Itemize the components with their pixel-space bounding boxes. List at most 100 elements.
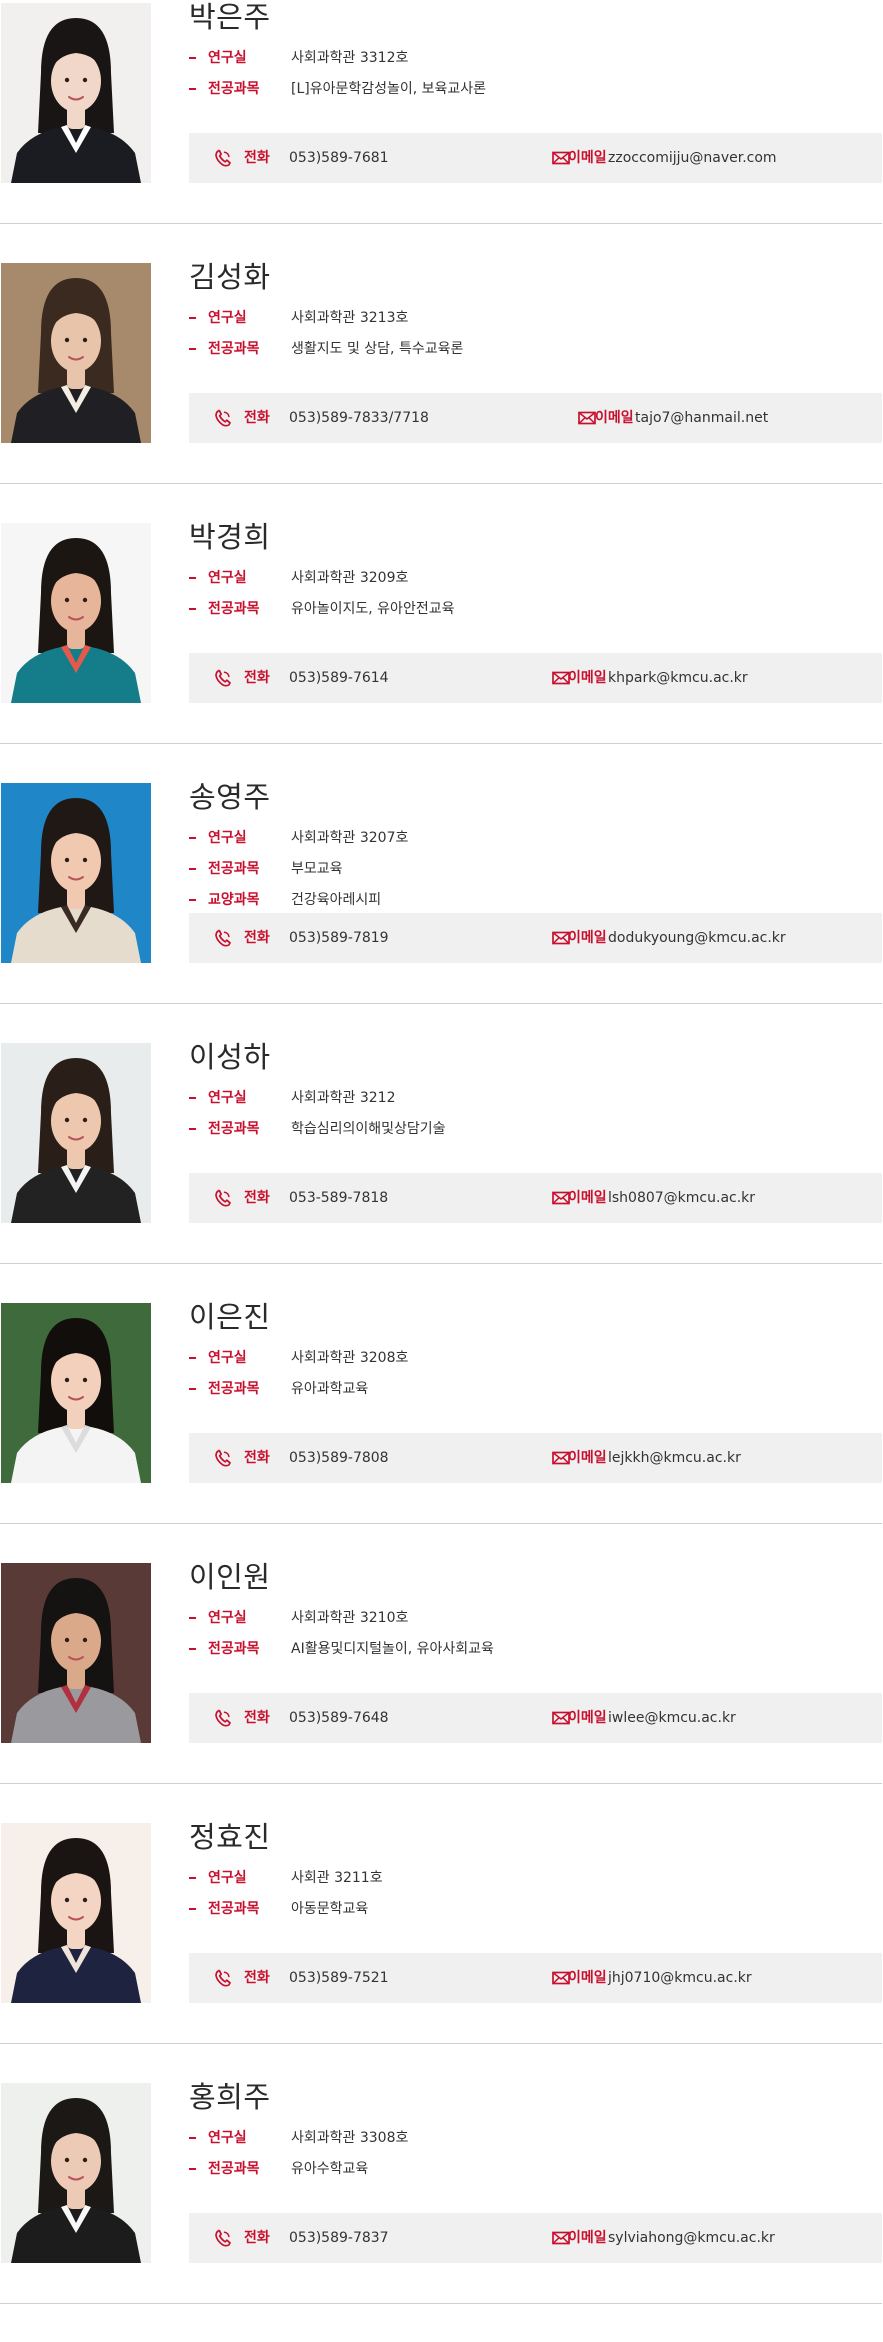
office-value: 사회과학관 3308호: [291, 2130, 409, 2146]
office-row: 연구실 사회과학관 3212: [189, 1089, 789, 1120]
bullet-dash: [189, 88, 196, 90]
email-label: 이메일: [568, 150, 607, 166]
email-label: 이메일: [568, 2230, 607, 2246]
professor-card: 이성하 연구실 사회과학관 3212 전공과목 학습심리의이해및상담기술 전화 …: [0, 1040, 883, 1302]
professor-info: 연구실 사회과학관 3208호 전공과목 유아과학교육: [189, 1349, 789, 1411]
card-divider: [0, 223, 882, 224]
card-divider: [0, 2303, 882, 2304]
professor-info: 연구실 사회과학관 3207호 전공과목 부모교육 교양과목 건강육아레시피: [189, 829, 789, 922]
office-row: 연구실 사회과학관 3207호: [189, 829, 789, 860]
phone-label: 전화: [244, 1450, 270, 1466]
professor-photo: [1, 523, 151, 703]
phone-value[interactable]: 053)589-7521: [289, 1969, 389, 1987]
portrait-image: [1, 523, 151, 703]
portrait-image: [1, 1043, 151, 1223]
phone-icon: [215, 2229, 231, 2247]
office-value: 사회과학관 3209호: [291, 570, 409, 586]
bullet-dash: [189, 577, 196, 579]
phone-label: 전화: [244, 1710, 270, 1726]
card-divider: [0, 2043, 882, 2044]
bullet-dash: [189, 899, 196, 901]
phone-value[interactable]: 053-589-7818: [289, 1189, 388, 1207]
bullet-dash: [189, 1648, 196, 1650]
bullet-dash: [189, 1908, 196, 1910]
email-value[interactable]: lejkkh@kmcu.ac.kr: [608, 1449, 741, 1467]
major-label: 전공과목: [208, 601, 260, 617]
phone-value[interactable]: 053)589-7837: [289, 2229, 389, 2247]
professor-name: 이인원: [189, 1560, 271, 1594]
professor-name: 박경희: [189, 520, 271, 554]
bullet-dash: [189, 1388, 196, 1390]
office-value: 사회과학관 3210호: [291, 1610, 409, 1626]
professor-photo: [1, 1303, 151, 1483]
email-value[interactable]: sylviahong@kmcu.ac.kr: [608, 2229, 775, 2247]
major-row: 전공과목 학습심리의이해및상담기술: [189, 1120, 789, 1151]
email-value[interactable]: lsh0807@kmcu.ac.kr: [608, 1189, 755, 1207]
bullet-dash: [189, 1097, 196, 1099]
card-divider: [0, 1263, 882, 1264]
bullet-dash: [189, 608, 196, 610]
phone-value[interactable]: 053)589-7833/7718: [289, 409, 429, 427]
portrait-image: [1, 783, 151, 963]
bullet-dash: [189, 1617, 196, 1619]
card-divider: [0, 1003, 882, 1004]
office-value: 사회과학관 3212: [291, 1090, 396, 1106]
major-value: 아동문학교육: [291, 1901, 369, 1917]
phone-value[interactable]: 053)589-7614: [289, 669, 389, 687]
phone-icon: [215, 1189, 231, 1207]
card-divider: [0, 1783, 882, 1784]
professor-name: 김성화: [189, 260, 271, 294]
phone-label: 전화: [244, 1970, 270, 1986]
mail-icon: [578, 411, 596, 425]
office-row: 연구실 사회과학관 3208호: [189, 1349, 789, 1380]
major-row: 전공과목 유아수학교육: [189, 2160, 789, 2191]
professor-card: 이인원 연구실 사회과학관 3210호 전공과목 AI활용및디지털놀이, 유아사…: [0, 1560, 883, 1822]
bullet-dash: [189, 2168, 196, 2170]
phone-value[interactable]: 053)589-7819: [289, 929, 389, 947]
major-label: 전공과목: [208, 861, 260, 877]
phone-label: 전화: [244, 1190, 270, 1206]
phone-value[interactable]: 053)589-7648: [289, 1709, 389, 1727]
card-divider: [0, 743, 882, 744]
professor-card: 정효진 연구실 사회관 3211호 전공과목 아동문학교육 전화 053)589…: [0, 1820, 883, 2082]
email-label: 이메일: [568, 670, 607, 686]
portrait-image: [1, 1303, 151, 1483]
major-value: 부모교육: [291, 861, 343, 877]
major-label: 전공과목: [208, 1381, 260, 1397]
major-value: 유아과학교육: [291, 1381, 369, 1397]
professor-info: 연구실 사회과학관 3312호 전공과목 [L]유아문학감성놀이, 보육교사론: [189, 49, 789, 111]
major-label: 전공과목: [208, 81, 260, 97]
bullet-dash: [189, 837, 196, 839]
contact-bar: 전화 053)589-7681 이메일 zzoccomijju@naver.co…: [189, 133, 882, 183]
major-label: 전공과목: [208, 341, 260, 357]
email-value[interactable]: iwlee@kmcu.ac.kr: [608, 1709, 736, 1727]
professor-photo: [1, 263, 151, 443]
phone-icon: [215, 1449, 231, 1467]
liberal-value: 건강육아레시피: [291, 892, 382, 908]
phone-icon: [215, 929, 231, 947]
email-value[interactable]: zzoccomijju@naver.com: [608, 149, 777, 167]
email-value[interactable]: jhj0710@kmcu.ac.kr: [608, 1969, 752, 1987]
email-label: 이메일: [568, 1970, 607, 1986]
professor-info: 연구실 사회과학관 3212 전공과목 학습심리의이해및상담기술: [189, 1089, 789, 1151]
email-value[interactable]: tajo7@hanmail.net: [635, 409, 768, 427]
email-value[interactable]: dodukyoung@kmcu.ac.kr: [608, 929, 786, 947]
major-row: 전공과목 부모교육: [189, 860, 789, 891]
office-row: 연구실 사회과학관 3213호: [189, 309, 789, 340]
contact-bar: 전화 053)589-7833/7718 이메일 tajo7@hanmail.n…: [189, 393, 882, 443]
phone-value[interactable]: 053)589-7681: [289, 149, 389, 167]
phone-icon: [215, 1969, 231, 1987]
office-label: 연구실: [208, 1350, 247, 1366]
office-row: 연구실 사회과학관 3312호: [189, 49, 789, 80]
professor-card: 송영주 연구실 사회과학관 3207호 전공과목 부모교육 교양과목 건강육아레…: [0, 780, 883, 1042]
major-value: 학습심리의이해및상담기술: [291, 1121, 446, 1137]
professor-photo: [1, 1563, 151, 1743]
office-label: 연구실: [208, 830, 247, 846]
email-value[interactable]: khpark@kmcu.ac.kr: [608, 669, 748, 687]
contact-bar: 전화 053)589-7614 이메일 khpark@kmcu.ac.kr: [189, 653, 882, 703]
phone-value[interactable]: 053)589-7808: [289, 1449, 389, 1467]
office-value: 사회관 3211호: [291, 1870, 383, 1886]
bullet-dash: [189, 1877, 196, 1879]
office-label: 연구실: [208, 310, 247, 326]
professor-card: 홍희주 연구실 사회과학관 3308호 전공과목 유아수학교육 전화 053)5…: [0, 2080, 883, 2342]
